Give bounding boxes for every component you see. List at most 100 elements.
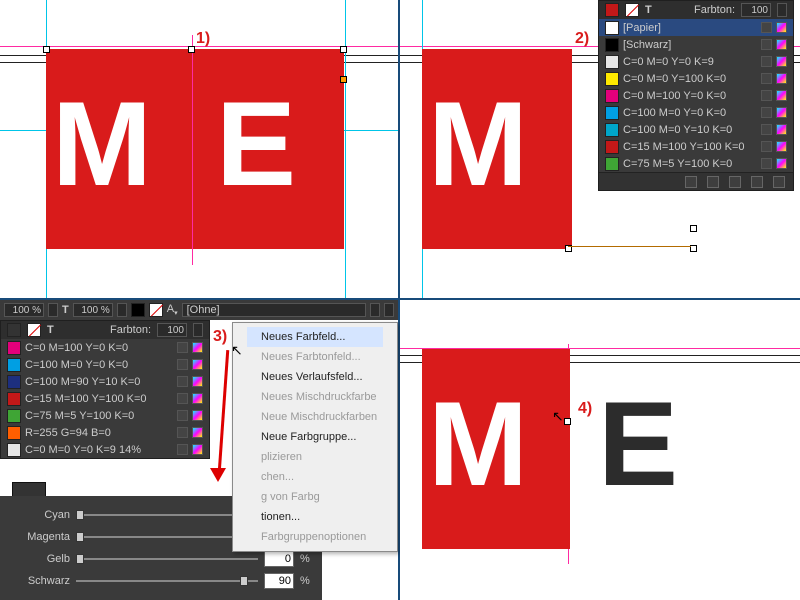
slider-track[interactable] (76, 558, 258, 560)
handle[interactable] (340, 46, 347, 53)
panel-2: M 2) T Farbton: [Papier][Schwarz]C=0 M=0… (400, 0, 800, 298)
swatch-row[interactable]: C=0 M=0 Y=0 K=9 (599, 53, 793, 70)
panel-4: M E 4) ↖ (400, 300, 800, 600)
fill-square[interactable] (131, 303, 145, 317)
tint-input[interactable] (741, 3, 771, 17)
swatch-type-icon (177, 410, 188, 421)
channel-label: Cyan (10, 509, 70, 521)
swatch-row[interactable]: C=100 M=90 Y=10 K=0 (1, 373, 209, 390)
letter-e-dark[interactable]: E (598, 384, 678, 504)
swatch-chip (7, 426, 21, 440)
dd[interactable] (117, 303, 127, 317)
handle[interactable] (43, 46, 50, 53)
swatch-row[interactable]: C=100 M=0 Y=10 K=0 (599, 121, 793, 138)
swatch-type-icon (761, 107, 772, 118)
trash-icon[interactable] (773, 176, 785, 188)
flyout-menu: Neues Farbfeld...Neues Farbtonfeld...Neu… (232, 322, 398, 552)
menu-item[interactable]: Neues Verlaufsfeld... (247, 367, 383, 387)
slider-thumb[interactable] (240, 576, 248, 586)
swatch-mode-icon (776, 90, 787, 101)
stroke-square[interactable] (149, 303, 163, 317)
swatch-label: [Schwarz] (623, 39, 757, 51)
swatch-type-icon (761, 124, 772, 135)
handle[interactable] (340, 76, 347, 83)
swatch-mode-icon (776, 158, 787, 169)
swatch-row[interactable]: C=15 M=100 Y=100 K=0 (599, 138, 793, 155)
handle[interactable] (188, 46, 195, 53)
menu-item[interactable]: Neues Farbfeld... (247, 327, 383, 347)
channel-label: Gelb (10, 553, 70, 565)
swatch-row[interactable]: C=0 M=100 Y=0 K=0 (599, 87, 793, 104)
handle[interactable] (690, 245, 697, 252)
menu-item: Neues Mischdruckfarbe (247, 387, 383, 407)
swatch-type-icon (177, 359, 188, 370)
guide (345, 0, 346, 298)
slider-thumb[interactable] (76, 554, 84, 564)
panel-3: T A▾ [Ohne] T Farbton: C=0 M=100 Y=0 K=0… (0, 300, 398, 600)
swatch-chip (7, 392, 21, 406)
slider-track[interactable] (76, 514, 258, 516)
swatch-type-icon (761, 141, 772, 152)
swatch-mode-icon (192, 393, 203, 404)
new-swatch-icon[interactable] (729, 176, 741, 188)
channel-value-input[interactable] (264, 573, 294, 589)
scale-x-input[interactable] (4, 303, 44, 317)
swatch-row[interactable]: [Papier] (599, 19, 793, 36)
swatches-footer (599, 172, 793, 190)
stroke-chip[interactable] (27, 323, 41, 337)
swatch-label: C=75 M=5 Y=100 K=0 (25, 410, 173, 422)
red-block[interactable]: M (422, 349, 570, 549)
swatch-row[interactable]: R=255 G=94 B=0 (1, 424, 209, 441)
swatch-mode-icon (192, 342, 203, 353)
view-icon[interactable] (685, 176, 697, 188)
swatch-type-icon (177, 427, 188, 438)
swatch-row[interactable]: C=0 M=100 Y=0 K=0 (1, 339, 209, 356)
swatch-label: C=15 M=100 Y=100 K=0 (623, 141, 757, 153)
swatch-row[interactable]: C=75 M=5 Y=100 K=0 (1, 407, 209, 424)
handle[interactable] (690, 225, 697, 232)
swatch-row[interactable]: C=100 M=0 Y=0 K=0 (599, 104, 793, 121)
swatch-row[interactable]: C=15 M=100 Y=100 K=0 (1, 390, 209, 407)
slider-track[interactable] (76, 536, 258, 538)
fill-chip[interactable] (7, 323, 21, 337)
folder-icon[interactable] (707, 176, 719, 188)
slider-track[interactable] (76, 580, 258, 582)
fill-chip[interactable] (605, 3, 619, 17)
swatch-row[interactable]: C=75 M=5 Y=100 K=0 (599, 155, 793, 172)
stroke-chip[interactable] (625, 3, 639, 17)
slider-thumb[interactable] (76, 532, 84, 542)
menu-item[interactable]: Neue Farbgruppe... (247, 427, 383, 447)
red-block[interactable]: M E (46, 49, 344, 249)
scale-y-input[interactable] (73, 303, 113, 317)
swatch-row[interactable]: C=0 M=0 Y=0 K=9 14% (1, 441, 209, 458)
swatches-panel: T Farbton: [Papier][Schwarz]C=0 M=0 Y=0 … (598, 0, 794, 191)
swatch-chip (605, 21, 619, 35)
swatch-mode-icon (776, 73, 787, 84)
tint-input[interactable] (157, 323, 187, 337)
red-block[interactable]: M (422, 49, 572, 249)
dd[interactable] (370, 303, 380, 317)
swatch-row[interactable]: C=100 M=0 Y=0 K=0 (1, 356, 209, 373)
swatch-chip (605, 55, 619, 69)
swatch-label: C=0 M=0 Y=0 K=9 (623, 56, 757, 68)
swatch-row[interactable]: [Schwarz] (599, 36, 793, 53)
swatch-row[interactable]: C=0 M=0 Y=100 K=0 (599, 70, 793, 87)
swatch-type-icon (177, 342, 188, 353)
swatch-mode-icon (192, 376, 203, 387)
tint-dropdown[interactable] (777, 3, 787, 17)
swatch-type-icon (761, 39, 772, 50)
annotation-arrowhead (210, 468, 226, 482)
swatch-mode-icon (776, 124, 787, 135)
slider-thumb[interactable] (76, 510, 84, 520)
char-style-select[interactable]: [Ohne] (182, 303, 366, 317)
swatch-chip (7, 341, 21, 355)
new-group-icon[interactable] (751, 176, 763, 188)
swatch-chip (7, 375, 21, 389)
dd[interactable] (48, 303, 58, 317)
flyout-trigger[interactable] (384, 303, 394, 317)
channel-value-input[interactable] (264, 551, 294, 567)
tint-dropdown[interactable] (193, 323, 203, 337)
swatches-panel-3: T Farbton: C=0 M=100 Y=0 K=0C=100 M=0 Y=… (0, 320, 210, 459)
menu-item[interactable]: tionen... (247, 507, 383, 527)
handle[interactable] (564, 418, 571, 425)
